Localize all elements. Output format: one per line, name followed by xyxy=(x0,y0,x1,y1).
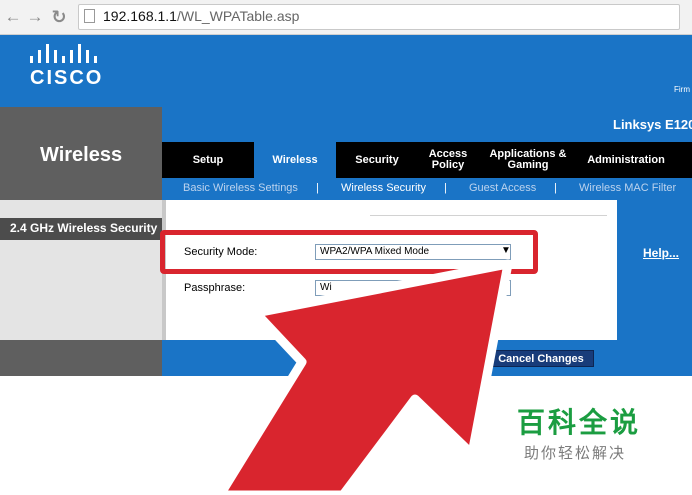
watermark-title: 百科全说 xyxy=(517,407,642,438)
watermark-subtitle: 助你轻松解决 xyxy=(524,445,627,462)
